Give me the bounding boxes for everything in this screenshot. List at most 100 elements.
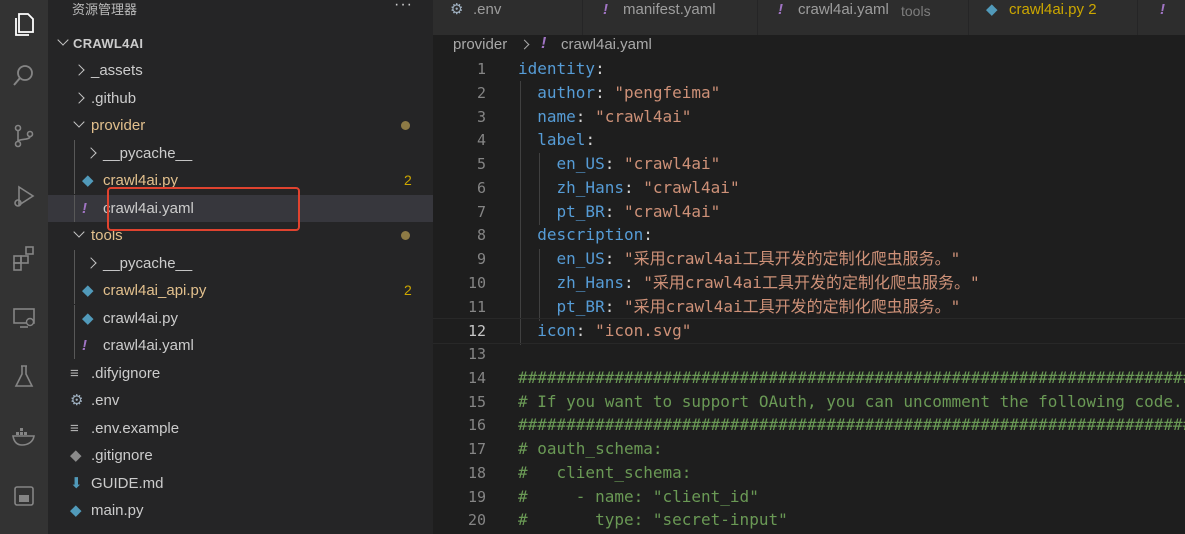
code-text: identity: bbox=[518, 59, 605, 78]
tab-overflow[interactable]: ! bbox=[1138, 0, 1185, 35]
line-number: 11 bbox=[467, 297, 486, 316]
yaml-icon: ! bbox=[778, 1, 783, 18]
breadcrumb-file[interactable]: crawl4ai.yaml bbox=[561, 35, 652, 55]
code-text: # - name: "client_id" bbox=[518, 486, 759, 506]
tree-file[interactable]: ◆ main.py bbox=[48, 497, 433, 524]
tree-item-label: .github bbox=[91, 89, 137, 107]
tree-folder[interactable]: __pycache__ bbox=[48, 249, 433, 277]
database-icon[interactable] bbox=[0, 472, 48, 520]
tree-folder[interactable]: __pycache__ bbox=[48, 139, 433, 167]
tree-folder[interactable]: .github bbox=[48, 85, 433, 112]
chevron-right-icon bbox=[519, 39, 530, 50]
search-icon[interactable] bbox=[0, 52, 48, 100]
tree-file[interactable]: ! crawl4ai.yaml bbox=[48, 332, 433, 359]
tree-folder[interactable]: provider bbox=[48, 112, 433, 139]
run-debug-icon[interactable] bbox=[0, 172, 48, 220]
yaml-icon: ! bbox=[1160, 1, 1165, 18]
tree-file[interactable]: ⚙ .env bbox=[48, 387, 433, 414]
tree-item-label: .gitignore bbox=[91, 447, 153, 464]
line-number: 10 bbox=[467, 273, 486, 292]
code-text: ########################################… bbox=[518, 367, 1185, 387]
code-text: zh_Hans: "采用crawl4ai工具开发的定制化爬虫服务。" bbox=[556, 272, 980, 292]
docker-icon[interactable] bbox=[0, 412, 48, 460]
extensions-icon[interactable] bbox=[0, 234, 48, 282]
git-icon: ◆ bbox=[70, 447, 82, 464]
tree-item-label: __pycache__ bbox=[103, 144, 193, 162]
remote-explorer-icon[interactable] bbox=[0, 294, 48, 342]
tree-file[interactable]: ≡ .difyignore bbox=[48, 360, 433, 387]
tree-file[interactable]: ◆ crawl4ai_api.py 2 bbox=[48, 277, 433, 304]
tree-file[interactable]: ⬇ GUIDE.md bbox=[48, 470, 433, 497]
chevron-right-icon bbox=[85, 256, 97, 269]
chevron-down-icon bbox=[73, 226, 85, 238]
tab-label: .env bbox=[473, 1, 502, 18]
tree-root[interactable]: CRAWL4AI bbox=[48, 30, 433, 57]
code-text: # oauth_schema: bbox=[518, 439, 663, 458]
tree-folder[interactable]: _assets bbox=[48, 57, 433, 84]
yaml-icon: ! bbox=[603, 1, 608, 18]
code-text: en_US: "crawl4ai" bbox=[556, 154, 721, 173]
line-number: 3 bbox=[476, 107, 486, 126]
code-editor[interactable]: 1 identity: 2 author: "pengfeima" 3 name: "… bbox=[433, 57, 1185, 534]
indent-guide bbox=[74, 194, 75, 222]
code-text: pt_BR: "crawl4ai" bbox=[556, 201, 721, 221]
breadcrumb-folder[interactable]: provider bbox=[453, 35, 507, 55]
indent-guide bbox=[74, 139, 75, 167]
code-text: # client_schema: bbox=[518, 462, 692, 482]
code-text: # type: "secret-input" bbox=[518, 510, 788, 530]
indent-guide bbox=[74, 277, 75, 304]
python-icon: ◆ bbox=[82, 282, 94, 299]
chevron-right-icon bbox=[73, 64, 85, 76]
more-actions-icon[interactable]: ··· bbox=[394, 0, 413, 14]
explorer-sidebar: 资源管理器 ··· CRAWL4AI _assets .github provide… bbox=[48, 0, 433, 534]
sidebar-header: 资源管理器 ··· bbox=[48, 0, 433, 30]
line-number: 12 bbox=[467, 322, 486, 341]
yaml-icon: ! bbox=[82, 199, 87, 217]
chevron-down-icon bbox=[57, 34, 69, 46]
tab-crawl4ai-py[interactable]: ◆ crawl4ai.py 2 bbox=[969, 0, 1138, 35]
highlight-annotation bbox=[107, 187, 300, 231]
tree-item-label: provider bbox=[91, 117, 146, 134]
line-number: 7 bbox=[476, 202, 486, 221]
python-icon: ◆ bbox=[82, 172, 94, 189]
testing-icon[interactable] bbox=[0, 352, 48, 400]
tab-env[interactable]: ⚙ .env bbox=[433, 0, 583, 35]
tab-crawl4ai-yaml-tools[interactable]: ! crawl4ai.yaml tools bbox=[758, 0, 969, 35]
chevron-down-icon bbox=[73, 116, 85, 128]
python-icon: ◆ bbox=[70, 502, 82, 519]
code-line: 19 # - name: "client_id" bbox=[433, 485, 1185, 509]
text-file-icon: ≡ bbox=[70, 364, 79, 382]
code-line: 13 bbox=[433, 342, 1185, 366]
tree-item-label: crawl4ai.yaml bbox=[103, 337, 194, 354]
code-line: 20 # type: "secret-input" bbox=[433, 508, 1185, 532]
tab-description: tools bbox=[901, 3, 931, 19]
problem-count-badge: 2 bbox=[404, 282, 412, 298]
code-text: zh_Hans: "crawl4ai" bbox=[556, 177, 740, 197]
code-line: 4 label: bbox=[433, 128, 1185, 152]
source-control-icon[interactable] bbox=[0, 112, 48, 160]
line-number: 16 bbox=[467, 416, 486, 435]
code-line: 10 zh_Hans: "采用crawl4ai工具开发的定制化爬虫服务。" bbox=[433, 271, 1185, 295]
tab-label: crawl4ai.py 2 bbox=[1009, 1, 1097, 18]
code-line: 9 en_US: "采用crawl4ai工具开发的定制化爬虫服务。" bbox=[433, 247, 1185, 271]
tree-item-label: .env bbox=[91, 392, 120, 409]
code-line: 17 # oauth_schema: bbox=[433, 437, 1185, 461]
line-number: 2 bbox=[476, 83, 486, 102]
code-text: ########################################… bbox=[518, 415, 1185, 435]
explorer-icon[interactable] bbox=[0, 0, 48, 48]
tree-file[interactable]: ◆ .gitignore bbox=[48, 442, 433, 469]
code-text: author: "pengfeima" bbox=[537, 82, 721, 102]
indent-guide bbox=[74, 304, 75, 332]
tree-file[interactable]: ◆ crawl4ai.py bbox=[48, 304, 433, 332]
code-text: label: bbox=[537, 130, 596, 150]
text-file-icon: ≡ bbox=[70, 419, 79, 437]
indent-guide bbox=[74, 167, 75, 194]
tree-file[interactable]: ≡ .env.example bbox=[48, 415, 433, 442]
code-line: 11 pt_BR: "采用crawl4ai工具开发的定制化爬虫服务。" bbox=[433, 295, 1185, 319]
line-number: 1 bbox=[476, 60, 486, 78]
tab-manifest[interactable]: ! manifest.yaml bbox=[583, 0, 758, 35]
chevron-right-icon bbox=[73, 91, 85, 104]
indent-guide bbox=[74, 332, 75, 359]
line-number: 9 bbox=[476, 250, 486, 268]
root-folder-label: CRAWL4AI bbox=[73, 36, 144, 51]
